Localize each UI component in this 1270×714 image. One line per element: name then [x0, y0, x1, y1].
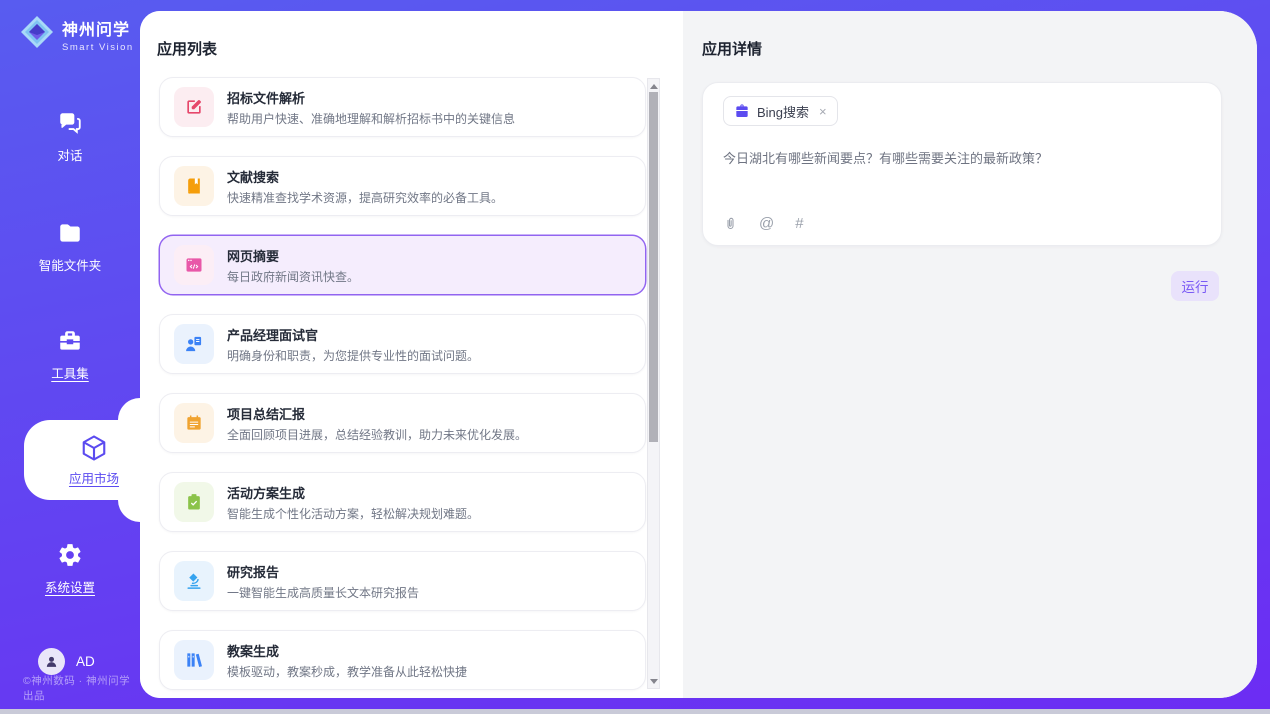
avatar — [38, 648, 65, 675]
sidebar: 神州问学 Smart Vision 对话 智能文件夹 工具集 应用市场 — [0, 0, 140, 714]
scrollbar[interactable] — [647, 78, 660, 689]
scrollbar-thumb[interactable] — [649, 92, 658, 442]
books-icon — [174, 640, 214, 680]
at-icon[interactable]: @ — [759, 215, 774, 232]
brand-logo: 神州问学 Smart Vision — [19, 14, 134, 55]
sidebar-item-settings[interactable]: 系统设置 — [0, 542, 140, 597]
app-card-desc: 快速精准查找学术资源，提高研究效率的必备工具。 — [227, 189, 503, 206]
sidebar-item-tools[interactable]: 工具集 — [0, 328, 140, 383]
app-card-desc: 明确身份和职责，为您提供专业性的面试问题。 — [227, 347, 479, 364]
app-card-title: 活动方案生成 — [227, 483, 479, 502]
app-card-list: 招标文件解析 帮助用户快速、准确地理解和解析招标书中的关键信息 文献搜索 快速精… — [159, 77, 646, 690]
paperclip-icon[interactable] — [723, 215, 738, 232]
app-card-desc: 一键智能生成高质量长文本研究报告 — [227, 584, 419, 601]
copyright-footer: ©神州数码 · 神州问学出品 — [23, 673, 140, 703]
app-card-desc: 每日政府新闻资讯快查。 — [227, 268, 359, 285]
app-detail-panel: 应用详情 Bing搜索 × 今日湖北有哪些新闻要点？有哪些需要关注的最新政策？ … — [683, 11, 1257, 698]
sidebar-item-label: 应用市场 — [69, 468, 119, 487]
chat-icon — [0, 110, 140, 140]
brand-subtitle: Smart Vision — [62, 42, 134, 53]
gear-icon — [0, 542, 140, 572]
folder-icon — [0, 220, 140, 250]
app-card-title: 产品经理面试官 — [227, 325, 479, 344]
sidebar-item-chat[interactable]: 对话 — [0, 110, 140, 165]
sidebar-item-label: 系统设置 — [45, 577, 95, 596]
app-card-title: 招标文件解析 — [227, 88, 515, 107]
app-card-research-report[interactable]: 研究报告 一键智能生成高质量长文本研究报告 — [159, 551, 646, 611]
app-card-project-summary[interactable]: 项目总结汇报 全面回顾项目进展，总结经验教训，助力未来优化发展。 — [159, 393, 646, 453]
app-card-desc: 帮助用户快速、准确地理解和解析招标书中的关键信息 — [227, 110, 515, 127]
tool-tag-bing-search[interactable]: Bing搜索 × — [723, 96, 838, 126]
sidebar-item-label: 工具集 — [51, 363, 89, 382]
fillet-top — [118, 398, 140, 420]
pen-square-icon — [174, 87, 214, 127]
hash-icon[interactable]: # — [795, 215, 803, 232]
app-card-pm-interviewer[interactable]: 产品经理面试官 明确身份和职责，为您提供专业性的面试问题。 — [159, 314, 646, 374]
app-detail-title: 应用详情 — [702, 38, 1257, 59]
cube-icon — [24, 433, 164, 463]
app-card-desc: 模板驱动，教案秒成，教学准备从此轻松快捷 — [227, 663, 467, 680]
app-card-title: 文献搜索 — [227, 167, 503, 186]
toolbox-icon — [0, 328, 140, 358]
microscope-icon — [174, 561, 214, 601]
app-window: 应用列表 招标文件解析 帮助用户快速、准确地理解和解析招标书中的关键信息 文献搜… — [140, 11, 1257, 698]
app-card-title: 教案生成 — [227, 641, 467, 660]
triangle-down-icon — [650, 679, 658, 684]
sidebar-item-market[interactable]: 应用市场 — [24, 420, 164, 488]
book-icon — [174, 166, 214, 206]
sidebar-item-folders[interactable]: 智能文件夹 — [0, 220, 140, 275]
app-card-web-summary[interactable]: 网页摘要 每日政府新闻资讯快查。 — [159, 235, 646, 295]
app-card-desc: 全面回顾项目进展，总结经验教训，助力未来优化发展。 — [227, 426, 527, 443]
triangle-up-icon — [650, 84, 658, 89]
gem-logo-icon — [19, 14, 55, 55]
composer-card: Bing搜索 × 今日湖北有哪些新闻要点？有哪些需要关注的最新政策？ @ # — [702, 82, 1222, 246]
sidebar-item-label: 对话 — [57, 145, 82, 164]
scroll-up-button[interactable] — [648, 80, 659, 92]
scroll-down-button[interactable] — [648, 675, 659, 687]
run-button[interactable]: 运行 — [1171, 271, 1219, 301]
app-card-title: 项目总结汇报 — [227, 404, 527, 423]
app-card-title: 网页摘要 — [227, 246, 359, 265]
sidebar-item-label: 智能文件夹 — [39, 255, 102, 274]
user-account[interactable]: AD — [38, 648, 95, 675]
tool-tag-label: Bing搜索 — [757, 102, 809, 121]
fillet-bottom — [118, 500, 140, 522]
brand-name: 神州问学 — [62, 16, 134, 40]
app-list-title: 应用列表 — [157, 38, 683, 59]
active-nav-highlight: 应用市场 — [24, 420, 140, 500]
user-initials: AD — [76, 654, 95, 669]
app-card-bid-document-analysis[interactable]: 招标文件解析 帮助用户快速、准确地理解和解析招标书中的关键信息 — [159, 77, 646, 137]
calendar-icon — [174, 403, 214, 443]
briefcase-icon — [734, 103, 750, 119]
question-input[interactable]: 今日湖北有哪些新闻要点？有哪些需要关注的最新政策？ — [723, 149, 1201, 169]
close-icon[interactable]: × — [819, 104, 827, 119]
app-list-panel: 应用列表 招标文件解析 帮助用户快速、准确地理解和解析招标书中的关键信息 文献搜… — [140, 11, 683, 698]
app-card-literature-search[interactable]: 文献搜索 快速精准查找学术资源，提高研究效率的必备工具。 — [159, 156, 646, 216]
composer-toolbar: @ # — [723, 215, 804, 232]
app-card-lesson-plan[interactable]: 教案生成 模板驱动，教案秒成，教学准备从此轻松快捷 — [159, 630, 646, 690]
clipboard-check-icon — [174, 482, 214, 522]
app-card-desc: 智能生成个性化活动方案，轻松解决规划难题。 — [227, 505, 479, 522]
app-card-title: 研究报告 — [227, 562, 419, 581]
bottom-edge-strip — [0, 709, 1270, 714]
app-card-event-plan[interactable]: 活动方案生成 智能生成个性化活动方案，轻松解决规划难题。 — [159, 472, 646, 532]
browser-code-icon — [174, 245, 214, 285]
interviewer-icon — [174, 324, 214, 364]
